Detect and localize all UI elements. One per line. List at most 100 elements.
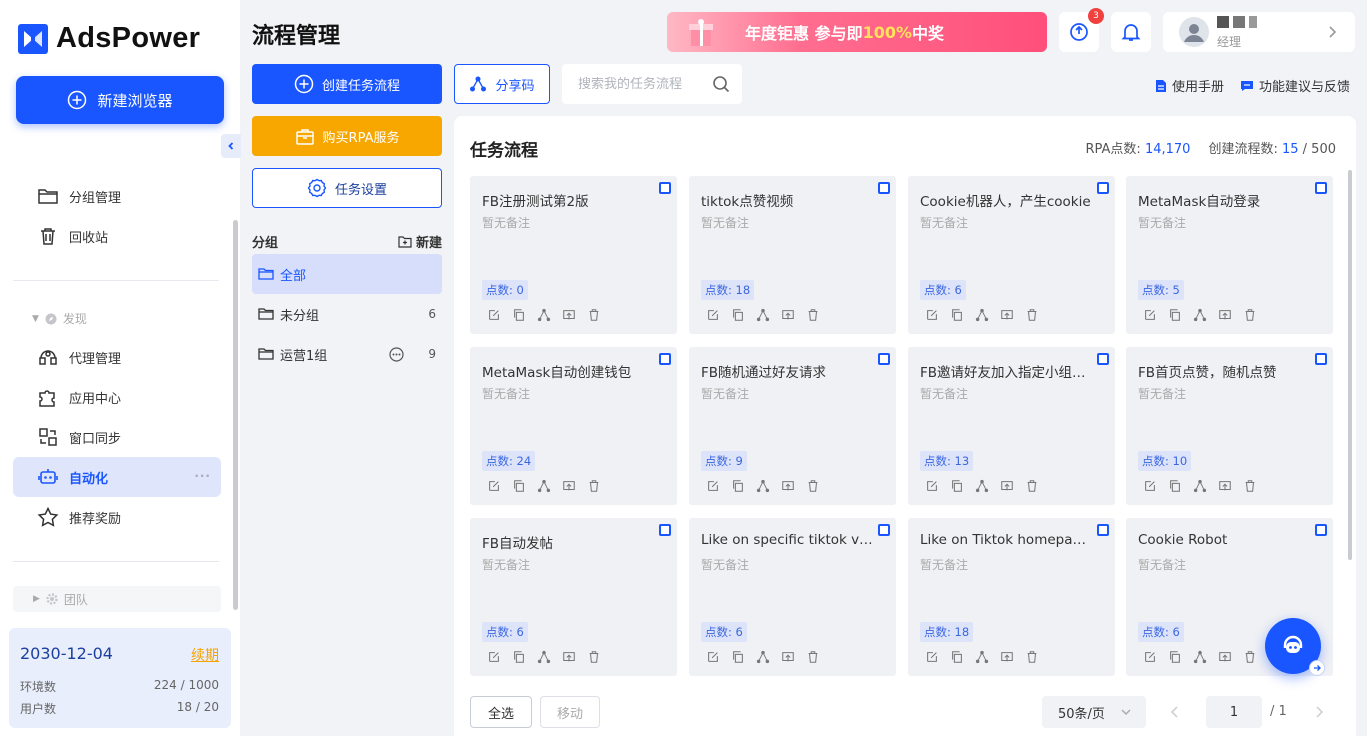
task-flow-card[interactable]: Like on Tiktok homepage… 暂无备注 点数: 18 (908, 518, 1115, 676)
copy-icon[interactable] (1167, 649, 1183, 665)
export-icon[interactable] (780, 478, 796, 494)
card-checkbox[interactable] (1315, 353, 1327, 365)
group-item-ungrouped[interactable]: 未分组 6 (252, 294, 442, 334)
task-flow-card[interactable]: FB自动发帖 暂无备注 点数: 6 (470, 518, 677, 676)
task-flow-card[interactable]: Cookie机器人，产生cookie 暂无备注 点数: 6 (908, 176, 1115, 334)
sidebar-scrollbar[interactable] (233, 220, 238, 610)
share-icon[interactable] (974, 649, 990, 665)
panel-scrollbar[interactable] (1348, 170, 1352, 560)
copy-icon[interactable] (730, 307, 746, 323)
share-icon[interactable] (755, 478, 771, 494)
copy-icon[interactable] (511, 478, 527, 494)
next-page-button[interactable] (1312, 704, 1326, 720)
card-checkbox[interactable] (659, 182, 671, 194)
task-flow-card[interactable]: FB邀请好友加入指定小组（… 暂无备注 点数: 13 (908, 347, 1115, 505)
task-flow-card[interactable]: FB首页点赞，随机点赞 暂无备注 点数: 10 (1126, 347, 1333, 505)
share-icon[interactable] (974, 307, 990, 323)
user-menu[interactable]: 经理 (1163, 12, 1355, 52)
group-item-ops-1[interactable]: 运营1组 9 (252, 334, 442, 374)
export-icon[interactable] (999, 307, 1015, 323)
edit-icon[interactable] (705, 649, 721, 665)
export-icon[interactable] (1217, 649, 1233, 665)
copy-icon[interactable] (1167, 307, 1183, 323)
delete-icon[interactable] (586, 649, 602, 665)
share-icon[interactable] (755, 649, 771, 665)
page-number-input[interactable]: 1 (1206, 696, 1262, 728)
delete-icon[interactable] (586, 478, 602, 494)
card-checkbox[interactable] (1097, 353, 1109, 365)
prev-page-button[interactable] (1168, 704, 1182, 720)
export-icon[interactable] (561, 478, 577, 494)
edit-icon[interactable] (486, 478, 502, 494)
notifications-button[interactable] (1111, 12, 1151, 52)
card-checkbox[interactable] (878, 353, 890, 365)
copy-icon[interactable] (949, 478, 965, 494)
edit-icon[interactable] (1142, 307, 1158, 323)
page-size-select[interactable]: 50条/页 (1042, 696, 1146, 728)
sidebar-item-rewards[interactable]: 推荐奖励 (13, 497, 221, 537)
share-icon[interactable] (536, 478, 552, 494)
delete-icon[interactable] (1242, 649, 1258, 665)
more-circle-icon[interactable] (389, 347, 404, 362)
export-icon[interactable] (780, 307, 796, 323)
export-icon[interactable] (999, 478, 1015, 494)
search-icon[interactable] (712, 75, 730, 93)
task-settings-button[interactable]: 任务设置 (252, 168, 442, 208)
task-flow-card[interactable]: MetaMask自动创建钱包 暂无备注 点数: 24 (470, 347, 677, 505)
collapse-sidebar-button[interactable] (221, 134, 241, 158)
edit-icon[interactable] (486, 307, 502, 323)
card-checkbox[interactable] (1097, 182, 1109, 194)
share-icon[interactable] (1192, 307, 1208, 323)
share-icon[interactable] (536, 307, 552, 323)
card-checkbox[interactable] (1315, 524, 1327, 536)
select-all-button[interactable]: 全选 (470, 696, 532, 728)
copy-icon[interactable] (730, 649, 746, 665)
copy-icon[interactable] (730, 478, 746, 494)
copy-icon[interactable] (511, 649, 527, 665)
sidebar-item-proxy[interactable]: 代理管理 (13, 337, 221, 377)
delete-icon[interactable] (1242, 307, 1258, 323)
delete-icon[interactable] (1024, 307, 1040, 323)
user-manual-link[interactable]: 使用手册 (1155, 76, 1224, 95)
export-icon[interactable] (780, 649, 796, 665)
share-icon[interactable] (536, 649, 552, 665)
card-checkbox[interactable] (1315, 182, 1327, 194)
export-icon[interactable] (561, 649, 577, 665)
task-flow-card[interactable]: FB随机通过好友请求 暂无备注 点数: 9 (689, 347, 896, 505)
edit-icon[interactable] (1142, 649, 1158, 665)
group-item-all[interactable]: 全部 (252, 254, 442, 294)
delete-icon[interactable] (1242, 478, 1258, 494)
share-icon[interactable] (1192, 478, 1208, 494)
copy-icon[interactable] (511, 307, 527, 323)
edit-icon[interactable] (924, 307, 940, 323)
section-discover[interactable]: ▼ 发现 (32, 310, 87, 327)
section-team[interactable]: ▶ 团队 (13, 586, 221, 612)
buy-rpa-button[interactable]: 购买RPA服务 (252, 116, 442, 156)
edit-icon[interactable] (924, 649, 940, 665)
share-code-button[interactable]: 分享码 (454, 64, 550, 104)
delete-icon[interactable] (1024, 649, 1040, 665)
sidebar-item-recycle-bin[interactable]: 回收站 (13, 216, 221, 256)
renew-link[interactable]: 续期 (191, 645, 219, 665)
edit-icon[interactable] (705, 307, 721, 323)
delete-icon[interactable] (586, 307, 602, 323)
export-icon[interactable] (1217, 478, 1233, 494)
edit-icon[interactable] (705, 478, 721, 494)
sidebar-item-window-sync[interactable]: 窗口同步 (13, 417, 221, 457)
delete-icon[interactable] (1024, 478, 1040, 494)
create-task-flow-button[interactable]: 创建任务流程 (252, 64, 442, 104)
copy-icon[interactable] (949, 649, 965, 665)
export-icon[interactable] (561, 307, 577, 323)
promo-banner[interactable]: 年度钜惠 参与即 100% 中奖 (667, 12, 1047, 52)
edit-icon[interactable] (486, 649, 502, 665)
delete-icon[interactable] (805, 307, 821, 323)
card-checkbox[interactable] (659, 524, 671, 536)
delete-icon[interactable] (805, 649, 821, 665)
card-checkbox[interactable] (878, 182, 890, 194)
copy-icon[interactable] (1167, 478, 1183, 494)
task-flow-card[interactable]: FB注册测试第2版 暂无备注 点数: 0 (470, 176, 677, 334)
share-icon[interactable] (755, 307, 771, 323)
sidebar-item-automation[interactable]: 自动化 ··· (13, 457, 221, 497)
card-checkbox[interactable] (659, 353, 671, 365)
share-icon[interactable] (1192, 649, 1208, 665)
